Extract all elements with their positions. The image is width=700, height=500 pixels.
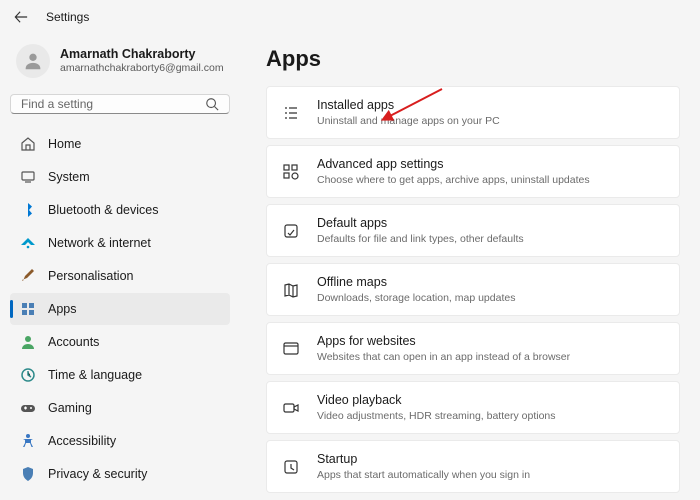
sidebar-item-label: Time & language <box>48 368 142 382</box>
card-advanced[interactable]: Advanced app settingsChoose where to get… <box>266 145 680 198</box>
startup-icon <box>281 457 301 477</box>
sidebar-item-gaming[interactable]: Gaming <box>10 392 230 424</box>
card-title: Advanced app settings <box>317 156 590 173</box>
bluetooth-icon <box>20 202 36 218</box>
sidebar-item-label: Apps <box>48 302 77 316</box>
card-subtitle: Uninstall and manage apps on your PC <box>317 114 500 128</box>
sidebar-item-system[interactable]: System <box>10 161 230 193</box>
card-subtitle: Downloads, storage location, map updates <box>317 291 515 305</box>
sidebar-item-home[interactable]: Home <box>10 128 230 160</box>
card-title: Video playback <box>317 392 556 409</box>
sidebar-item-privacy[interactable]: Privacy & security <box>10 458 230 490</box>
time-icon <box>20 367 36 383</box>
card-title: Installed apps <box>317 97 500 114</box>
list-icon <box>281 103 301 123</box>
card-default[interactable]: Default appsDefaults for file and link t… <box>266 204 680 257</box>
card-title: Default apps <box>317 215 524 232</box>
access-icon <box>20 433 36 449</box>
brush-icon <box>20 268 36 284</box>
sidebar: Amarnath Chakraborty amarnathchakraborty… <box>0 34 240 500</box>
sidebar-item-label: Accounts <box>48 335 99 349</box>
video-icon <box>281 398 301 418</box>
profile[interactable]: Amarnath Chakraborty amarnathchakraborty… <box>10 34 230 94</box>
arrow-left-icon <box>14 10 28 24</box>
sidebar-item-brush[interactable]: Personalisation <box>10 260 230 292</box>
sidebar-item-label: Personalisation <box>48 269 133 283</box>
window-title: Settings <box>46 10 89 24</box>
gaming-icon <box>20 400 36 416</box>
sidebar-item-access[interactable]: Accessibility <box>10 425 230 457</box>
card-title: Startup <box>317 451 530 468</box>
sidebar-item-label: Bluetooth & devices <box>48 203 159 217</box>
card-websites[interactable]: Apps for websitesWebsites that can open … <box>266 322 680 375</box>
sidebar-item-bluetooth[interactable]: Bluetooth & devices <box>10 194 230 226</box>
websites-icon <box>281 339 301 359</box>
card-title: Apps for websites <box>317 333 570 350</box>
sidebar-item-wifi[interactable]: Network & internet <box>10 227 230 259</box>
search-icon <box>205 97 219 111</box>
default-icon <box>281 221 301 241</box>
maps-icon <box>281 280 301 300</box>
sidebar-item-label: Accessibility <box>48 434 116 448</box>
nav-list: Home System Bluetooth & devices Network & i… <box>10 128 230 490</box>
card-subtitle: Video adjustments, HDR streaming, batter… <box>317 409 556 423</box>
search-box[interactable] <box>10 94 230 114</box>
cards-list: Installed appsUninstall and manage apps … <box>266 86 680 493</box>
back-button[interactable] <box>10 6 32 28</box>
search-input[interactable] <box>21 97 205 111</box>
advanced-icon <box>281 162 301 182</box>
card-video[interactable]: Video playbackVideo adjustments, HDR str… <box>266 381 680 434</box>
system-icon <box>20 169 36 185</box>
home-icon <box>20 136 36 152</box>
card-subtitle: Choose where to get apps, archive apps, … <box>317 173 590 187</box>
avatar <box>16 44 50 78</box>
card-subtitle: Defaults for file and link types, other … <box>317 232 524 246</box>
profile-email: amarnathchakraborty6@gmail.com <box>60 62 224 75</box>
sidebar-item-label: System <box>48 170 90 184</box>
card-maps[interactable]: Offline mapsDownloads, storage location,… <box>266 263 680 316</box>
apps-icon <box>20 301 36 317</box>
sidebar-item-time[interactable]: Time & language <box>10 359 230 391</box>
sidebar-item-apps[interactable]: Apps <box>10 293 230 325</box>
card-title: Offline maps <box>317 274 515 291</box>
sidebar-item-label: Gaming <box>48 401 92 415</box>
sidebar-item-label: Network & internet <box>48 236 151 250</box>
card-startup[interactable]: StartupApps that start automatically whe… <box>266 440 680 493</box>
profile-name: Amarnath Chakraborty <box>60 47 224 63</box>
content: Apps Installed appsUninstall and manage … <box>240 34 700 500</box>
sidebar-item-account[interactable]: Accounts <box>10 326 230 358</box>
card-list[interactable]: Installed appsUninstall and manage apps … <box>266 86 680 139</box>
page-title: Apps <box>266 46 680 72</box>
privacy-icon <box>20 466 36 482</box>
account-icon <box>20 334 36 350</box>
wifi-icon <box>20 235 36 251</box>
titlebar: Settings <box>0 0 700 34</box>
sidebar-item-label: Home <box>48 137 81 151</box>
card-subtitle: Apps that start automatically when you s… <box>317 468 530 482</box>
sidebar-item-label: Privacy & security <box>48 467 147 481</box>
card-subtitle: Websites that can open in an app instead… <box>317 350 570 364</box>
